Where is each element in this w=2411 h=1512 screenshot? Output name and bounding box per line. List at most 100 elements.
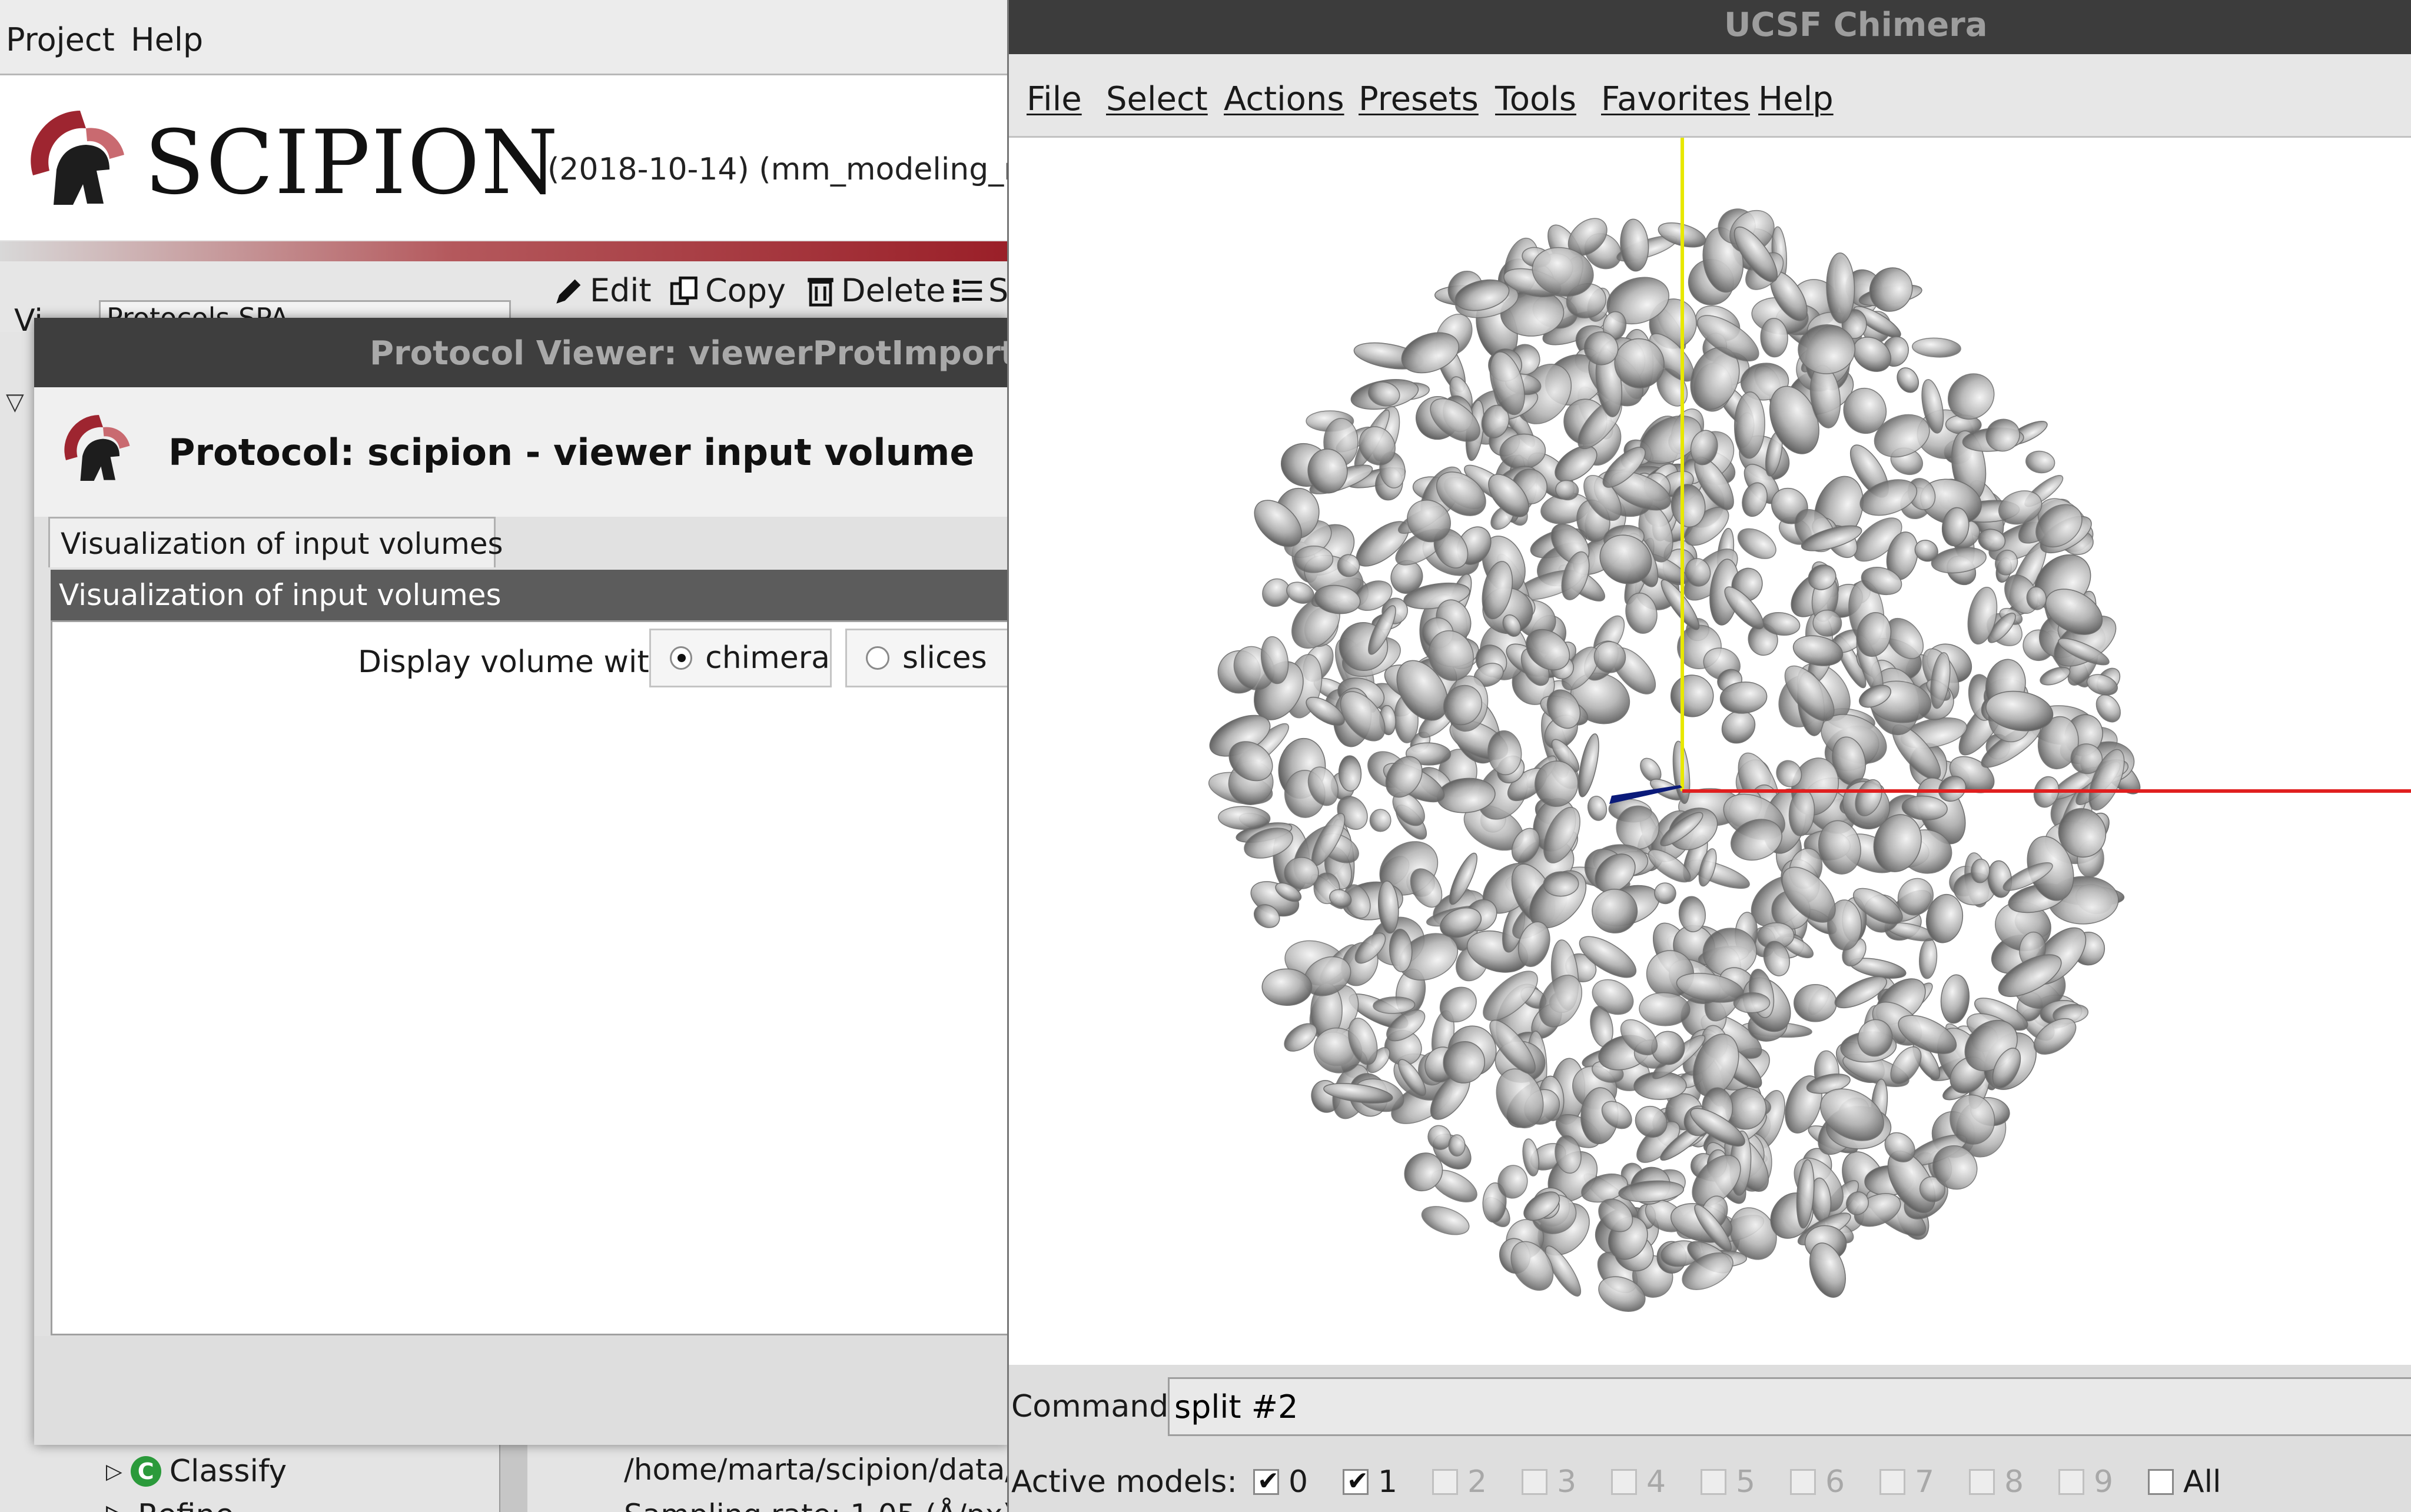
header-accent-bar [0,241,1009,261]
density-blob [1587,796,1608,821]
tree-item-label: Classify [169,1454,287,1489]
project-version: (2018-10-14) (mm_modeling_n [547,152,1009,187]
tree-item-refine[interactable]: ▷ Refine [106,1498,234,1512]
viewer-window-title: Protocol Viewer: viewerProtImportVo [370,334,1009,373]
density-blob [1448,1134,1466,1157]
copy-icon [670,276,698,305]
density-blob [2025,450,2055,474]
model-checkbox-all[interactable]: All [2148,1464,2221,1500]
model-checkbox-9: 9 [2058,1464,2113,1500]
menu-favorites[interactable]: Favorites [1601,80,1750,118]
viewer-footer [34,1336,1009,1445]
checkbox-indicator[interactable] [1253,1466,1279,1496]
density-blob [1670,674,1714,717]
steps-button[interactable]: S [951,272,1008,309]
command-input[interactable] [1168,1377,2411,1436]
model-label: 7 [1915,1464,1935,1500]
checkbox-indicator [1432,1469,1458,1495]
density-blob [1369,809,1392,832]
menu-help[interactable]: Help [131,21,203,58]
protocol-title: Protocol: scipion - viewer input volume [168,431,975,474]
model-checkbox-7: 7 [1879,1464,1934,1500]
chimera-window-title: UCSF Chimera [1724,6,1988,44]
model-checkbox-2: 2 [1432,1464,1487,1500]
scipion-menubar: Project Help [0,0,1009,75]
radio-indicator[interactable] [866,646,889,670]
edit-button[interactable]: Edit [552,272,652,309]
density-blob [1897,367,1919,393]
active-models-bar: Active models: 0 1 2 3 4 5 6 7 8 9 All [1009,1448,2411,1512]
radio-chimera[interactable]: chimera [649,629,832,687]
chimera-graphics-canvas[interactable] [1009,138,2411,1365]
display-volume-label: Display volume with [358,644,669,680]
scipion-header: SCIPION (2018-10-14) (mm_modeling_n [0,75,1009,240]
parameters-panel [51,620,1009,1335]
protocol-viewer-window: Protocol Viewer: viewerProtImportVo Prot… [34,318,1009,1445]
density-blob [1918,938,1938,979]
density-blob [1794,984,1837,1022]
chimera-menubar: File Select Actions Presets Tools Favori… [1009,54,2411,138]
radio-indicator[interactable] [670,646,693,670]
menu-project[interactable]: Project [6,21,115,58]
model-checkbox-6: 6 [1790,1464,1845,1500]
menu-help[interactable]: Help [1758,80,1834,118]
radio-label: chimera [705,640,830,676]
menu-actions[interactable]: Actions [1224,80,1344,118]
model-label: 4 [1646,1464,1666,1500]
delete-button[interactable]: Delete [803,272,945,309]
scipion-logo-icon [31,111,124,205]
tree-collapse-icon[interactable]: ▽ [6,388,24,416]
density-blob [1284,856,1319,889]
model-label: 9 [2094,1464,2114,1500]
radio-slices[interactable]: slices [845,629,1009,687]
density-surface [1208,208,2141,1312]
model-label: 0 [1288,1464,1309,1500]
density-blob [1940,974,1970,1024]
copy-label: Copy [705,272,786,309]
checkbox-indicator [1522,1469,1547,1495]
model-checkbox-3: 3 [1522,1464,1576,1500]
model-checkbox-4: 4 [1611,1464,1666,1500]
checkbox-indicator [2058,1469,2084,1495]
model-checkbox-5: 5 [1701,1464,1755,1500]
tree-expand-icon[interactable]: ▷ [106,1498,129,1512]
model-label: 2 [1467,1464,1487,1500]
radio-label: slices [902,640,987,676]
model-label: 6 [1825,1464,1845,1500]
model-checkbox-1[interactable]: 1 [1343,1464,1397,1500]
menu-tools[interactable]: Tools [1495,80,1576,118]
tab-visualization[interactable]: Visualization of input volumes [48,517,503,567]
menu-select[interactable]: Select [1106,80,1208,118]
tree-expand-icon[interactable]: ▷ [106,1460,122,1484]
menu-presets[interactable]: Presets [1359,80,1479,118]
checkbox-indicator[interactable] [1343,1466,1369,1496]
model-checkbox-0[interactable]: 0 [1253,1464,1308,1500]
checkbox-indicator[interactable] [2148,1469,2174,1495]
summary-sampling: Sampling rate: 1.05 (Å/px) [624,1498,1009,1512]
volume-render[interactable] [1009,138,2411,1365]
model-label: 3 [1557,1464,1577,1500]
density-blob [1294,546,1334,573]
tree-item-label: Refine [138,1498,234,1512]
chimera-titlebar[interactable]: UCSF Chimera [1009,0,2411,54]
viewer-titlebar[interactable]: Protocol Viewer: viewerProtImportVo [34,318,1009,387]
active-models-label: Active models: [1011,1464,1237,1500]
model-checkbox-8: 8 [1969,1464,2024,1500]
tree-scrollbar[interactable] [499,1442,527,1512]
density-blob [1421,1206,1470,1235]
tree-item-classify[interactable]: ▷ C Classify [106,1454,287,1489]
model-label: 5 [1736,1464,1756,1500]
model-label: 8 [2004,1464,2024,1500]
menu-file[interactable]: File [1027,80,1082,118]
steps-label: S [988,272,1009,309]
command-label: Command: [1011,1389,1179,1424]
section-header: Visualization of input volumes [51,570,1009,620]
checkbox-indicator [1790,1469,1816,1495]
copy-button[interactable]: Copy [667,272,786,309]
density-blob [1911,337,1961,358]
category-icon: C [130,1456,161,1487]
checkbox-indicator [1969,1469,1995,1495]
density-blob [1218,806,1271,830]
density-blob [1733,992,1771,1013]
model-label: 1 [1378,1464,1398,1500]
